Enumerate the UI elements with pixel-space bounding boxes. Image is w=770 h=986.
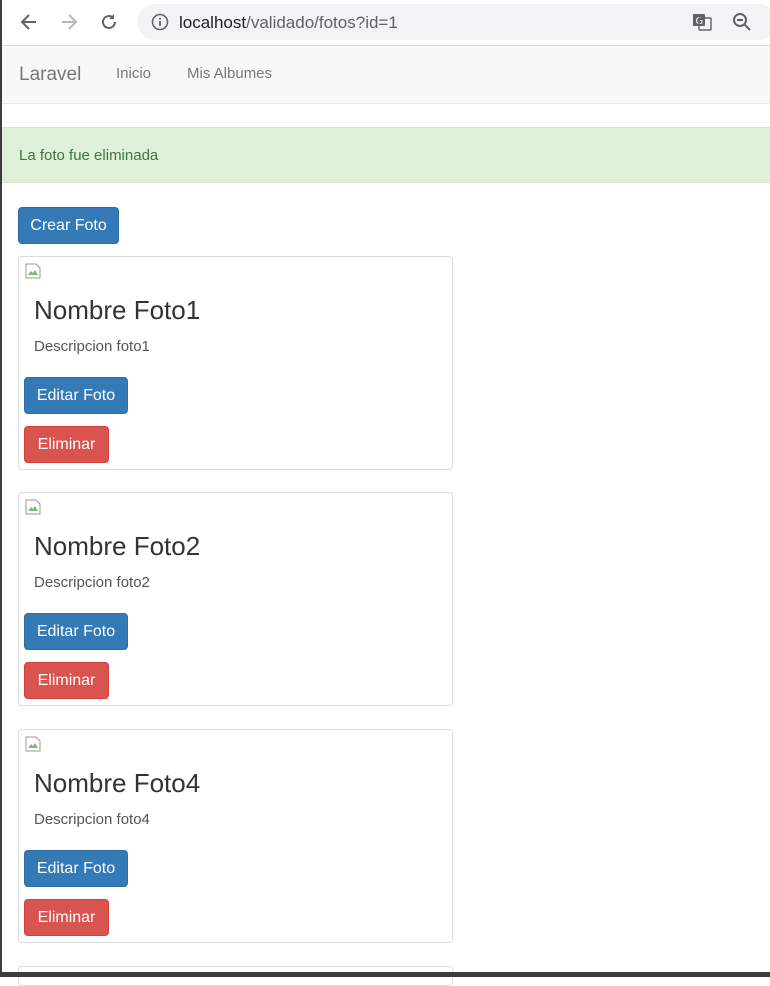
nav-link-mis-albumes[interactable]: Mis Albumes (187, 65, 272, 82)
navbar-brand[interactable]: Laravel (19, 64, 81, 86)
delete-photo-button[interactable]: Eliminar (24, 899, 109, 936)
window-border-bottom (0, 972, 770, 977)
photo-description: Descripcion foto4 (34, 811, 150, 828)
url-host: localhost (179, 13, 247, 32)
reload-icon[interactable] (95, 8, 123, 36)
edit-photo-button[interactable]: Editar Foto (24, 613, 128, 650)
forward-arrow-icon[interactable] (55, 8, 83, 36)
create-photo-button[interactable]: Crear Foto (18, 207, 119, 244)
success-alert: La foto fue eliminada (2, 127, 770, 183)
broken-image-icon (25, 263, 41, 279)
app-navbar: Laravel Inicio Mis Albumes (2, 46, 770, 104)
photo-card: Nombre Foto4 Descripcion foto4 Editar Fo… (18, 729, 453, 943)
delete-photo-button[interactable]: Eliminar (24, 426, 109, 463)
edit-photo-button[interactable]: Editar Foto (24, 850, 128, 887)
url-text: localhost/validado/fotos?id=1 (179, 13, 398, 33)
translate-icon[interactable]: G (691, 11, 713, 33)
delete-photo-button[interactable]: Eliminar (24, 662, 109, 699)
photo-description: Descripcion foto1 (34, 338, 150, 355)
broken-image-icon (25, 499, 41, 515)
nav-link-inicio[interactable]: Inicio (116, 65, 151, 82)
photo-card: Nombre Foto2 Descripcion foto2 Editar Fo… (18, 492, 453, 706)
address-bar[interactable]: localhost/validado/fotos?id=1 G (137, 4, 770, 40)
url-path: /validado/fotos?id=1 (246, 13, 398, 32)
photo-title: Nombre Foto1 (34, 295, 201, 325)
zoom-out-icon[interactable] (731, 11, 753, 33)
back-arrow-icon[interactable] (15, 8, 43, 36)
edit-photo-button[interactable]: Editar Foto (24, 377, 128, 414)
browser-toolbar: localhost/validado/fotos?id=1 G (2, 0, 770, 46)
broken-image-icon (25, 736, 41, 752)
photo-description: Descripcion foto2 (34, 574, 150, 591)
info-icon[interactable] (151, 13, 169, 36)
alert-message: La foto fue eliminada (19, 147, 159, 164)
photo-title: Nombre Foto2 (34, 531, 201, 561)
photo-title: Nombre Foto4 (34, 768, 201, 798)
photo-card: Nombre Foto1 Descripcion foto1 Editar Fo… (18, 256, 453, 470)
